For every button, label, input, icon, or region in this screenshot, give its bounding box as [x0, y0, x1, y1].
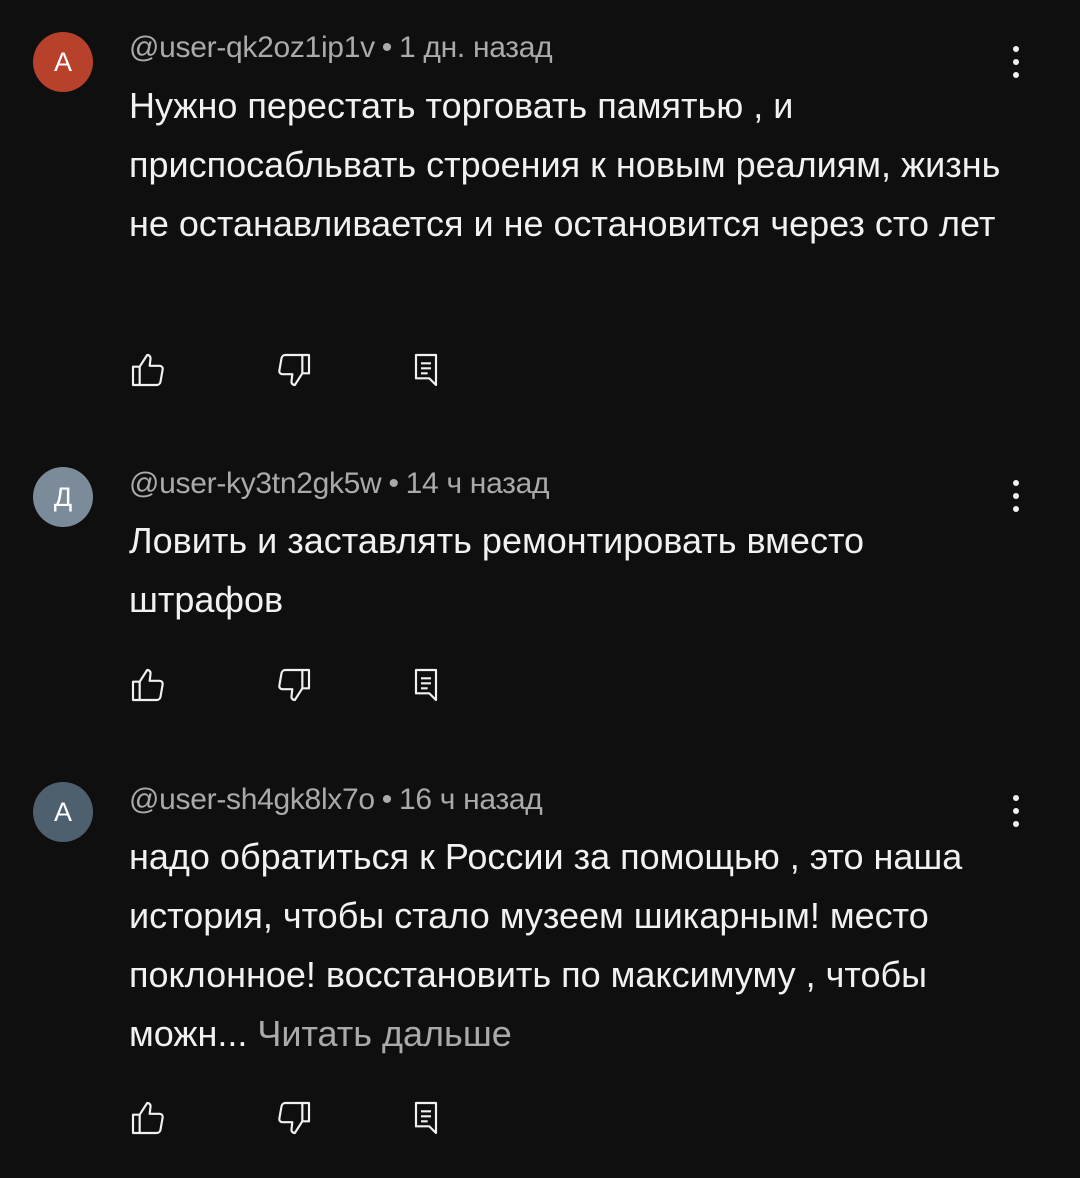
thumbs-down-icon	[278, 1101, 311, 1135]
comment-text: надо обратиться к России за помощью , эт…	[129, 827, 1009, 1063]
reply-icon	[414, 668, 438, 702]
avatar-letter: Д	[53, 481, 73, 512]
like-button[interactable]	[124, 346, 172, 394]
comment-author[interactable]: @user-sh4gk8lx7o	[129, 783, 375, 816]
comment-time[interactable]: 16 ч назад	[399, 783, 543, 816]
read-more-link[interactable]: Читать дальше	[257, 1013, 511, 1054]
thumbs-up-icon	[131, 668, 164, 702]
thumbs-up-icon	[131, 1101, 164, 1135]
comment-body: Нужно перестать торговать памятью , и пр…	[129, 85, 1001, 244]
more-vert-icon	[1013, 795, 1019, 827]
dislike-button[interactable]	[270, 661, 318, 709]
dislike-button[interactable]	[270, 1094, 318, 1142]
meta-separator: •	[381, 31, 393, 64]
avatar[interactable]: A	[33, 782, 93, 842]
comment-meta: @user-ky3tn2gk5w • 14 ч назад	[129, 467, 549, 501]
comment-actions	[118, 1094, 458, 1142]
more-options-button[interactable]	[1000, 476, 1032, 516]
comment-author[interactable]: @user-qk2oz1ip1v	[129, 31, 375, 64]
reply-icon	[414, 1101, 438, 1135]
more-vert-icon	[1013, 480, 1019, 512]
avatar[interactable]: Д	[33, 467, 93, 527]
comment-actions	[118, 661, 458, 709]
more-options-button[interactable]	[1000, 791, 1032, 831]
comment-author[interactable]: @user-ky3tn2gk5w	[129, 467, 382, 500]
reply-button[interactable]	[402, 661, 450, 709]
more-vert-icon	[1013, 46, 1019, 78]
thumbs-up-icon	[131, 353, 164, 387]
comment-actions	[118, 346, 458, 394]
avatar-letter: A	[53, 796, 72, 827]
dislike-button[interactable]	[270, 346, 318, 394]
thumbs-down-icon	[278, 668, 311, 702]
comment-text: Нужно перестать торговать памятью , и пр…	[129, 76, 1009, 253]
reply-button[interactable]	[402, 346, 450, 394]
like-button[interactable]	[124, 1094, 172, 1142]
meta-separator: •	[388, 467, 399, 500]
reply-button[interactable]	[402, 1094, 450, 1142]
meta-separator: •	[381, 783, 393, 816]
avatar[interactable]: A	[33, 32, 93, 92]
comment-text: Ловить и заставлять ремонтировать вместо…	[129, 511, 1009, 629]
reply-icon	[414, 353, 438, 387]
comment-time[interactable]: 1 дн. назад	[399, 31, 553, 64]
comment-meta: @user-qk2oz1ip1v • 1 дн. назад	[129, 31, 553, 65]
comment-body: Ловить и заставлять ремонтировать вместо…	[129, 520, 865, 620]
comment-meta: @user-sh4gk8lx7o • 16 ч назад	[129, 783, 543, 817]
like-button[interactable]	[124, 661, 172, 709]
thumbs-down-icon	[278, 353, 311, 387]
comment-time[interactable]: 14 ч назад	[406, 467, 550, 500]
comment-body: надо обратиться к России за помощью , эт…	[129, 836, 963, 1054]
avatar-letter: A	[53, 46, 72, 77]
